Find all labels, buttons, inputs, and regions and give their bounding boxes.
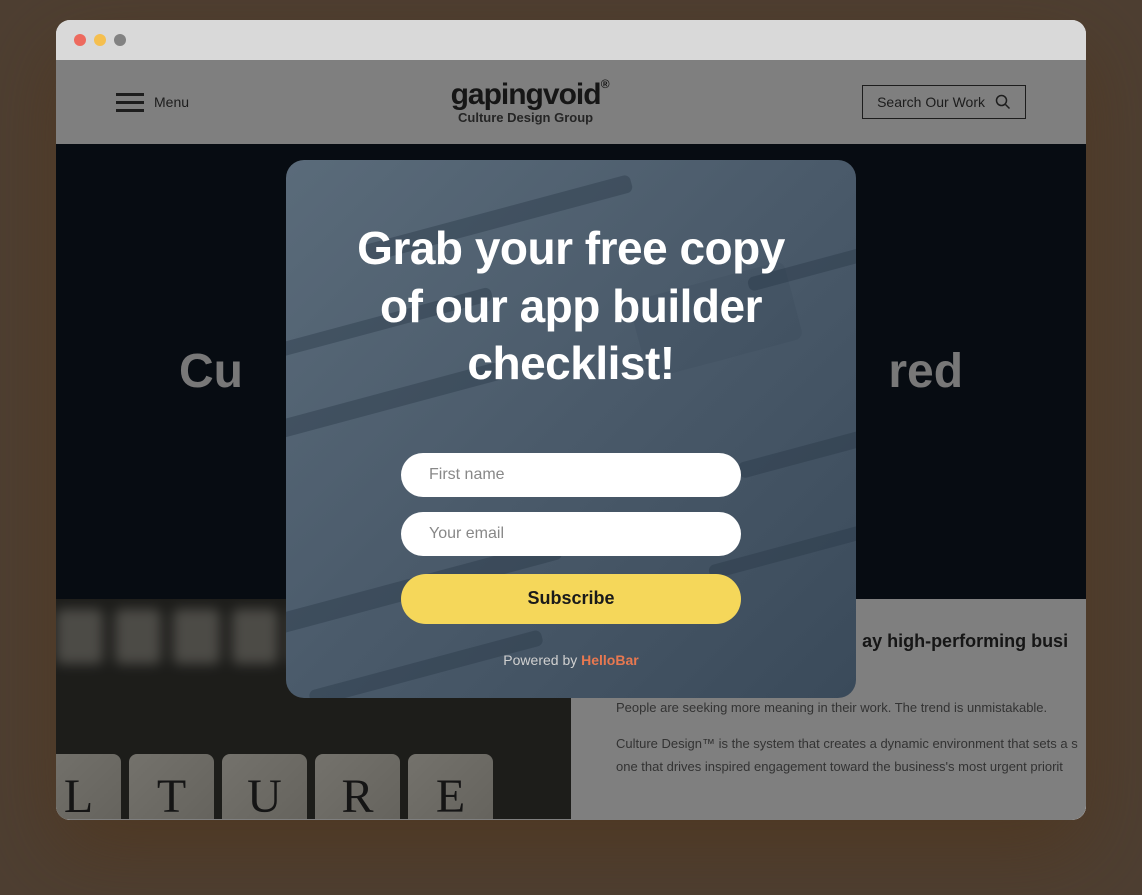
first-name-input[interactable] — [401, 453, 741, 497]
hellobar-link[interactable]: HelloBar — [581, 652, 639, 668]
title-bar — [56, 20, 1086, 60]
minimize-window-button[interactable] — [94, 34, 106, 46]
modal-footer: Powered by HelloBar — [341, 652, 801, 668]
modal-title: Grab your free copy of our app builder c… — [341, 220, 801, 393]
powered-by-prefix: Powered by — [503, 652, 581, 668]
browser-window: Menu gapingvoid ® Culture Design Group S… — [56, 20, 1086, 820]
email-input[interactable] — [401, 512, 741, 556]
maximize-window-button[interactable] — [114, 34, 126, 46]
modal-overlay[interactable]: Grab your free copy of our app builder c… — [56, 60, 1086, 820]
close-window-button[interactable] — [74, 34, 86, 46]
subscribe-button[interactable]: Subscribe — [401, 574, 741, 624]
page-content: Menu gapingvoid ® Culture Design Group S… — [56, 60, 1086, 820]
modal: Grab your free copy of our app builder c… — [286, 160, 856, 698]
